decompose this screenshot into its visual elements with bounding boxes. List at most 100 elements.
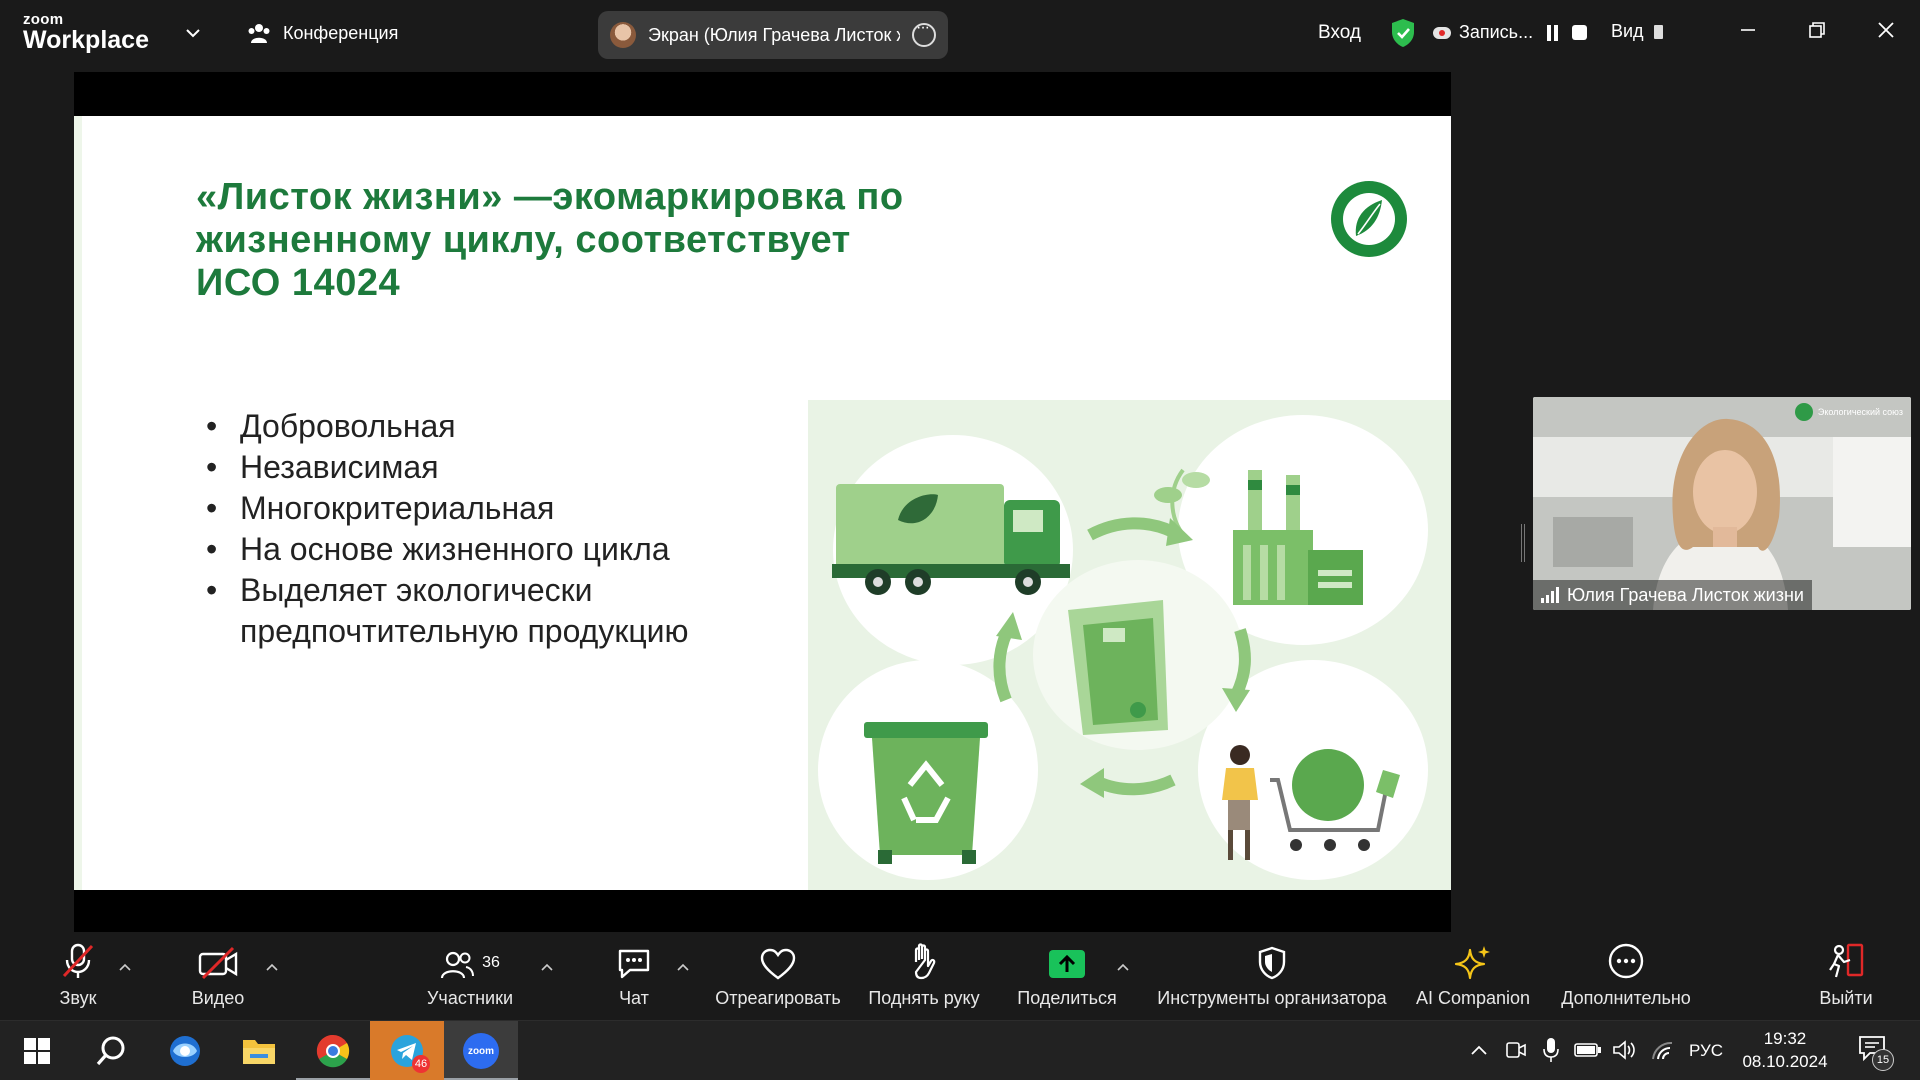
meeting-info-button[interactable]: Конференция (247, 22, 398, 44)
participant-video-tile[interactable]: Экологический союз Юлия Грачева Листок ж… (1533, 397, 1911, 610)
meeting-label: Конференция (283, 22, 399, 43)
system-clock[interactable]: 19:32 08.10.2024 (1730, 1027, 1840, 1073)
chat-button[interactable]: Чат (612, 932, 656, 1020)
raise-hand-label: Поднять руку (868, 988, 980, 1008)
taskbar-telegram[interactable]: 46 (370, 1021, 444, 1080)
participants-label: Участники (427, 988, 513, 1008)
raise-hand-icon (914, 943, 936, 980)
meeting-toolbar: Звук Видео 36 Участники Чат Отреагироват… (0, 932, 1920, 1020)
restore-icon[interactable] (1803, 16, 1831, 44)
slide-title-line: «Листок жизни» —экомаркировка по (196, 176, 904, 218)
zoom-logo: zoom Workplace (23, 12, 149, 53)
zoom-app-icon: zoom (463, 1033, 499, 1069)
slide-bullet-list: Добровольная Независимая Многокритериаль… (202, 406, 689, 652)
ai-companion-button[interactable]: AI Companion (1413, 932, 1533, 1020)
chevron-down-icon[interactable] (184, 24, 202, 42)
video-off-icon (198, 946, 238, 980)
brand-logo-icon (1794, 403, 1813, 421)
audio-button[interactable]: Звук (48, 932, 108, 1020)
presentation-slide: «Листок жизни» —экомаркировка по жизненн… (74, 116, 1451, 890)
bullet-continuation: предпочтительную продукцию (240, 613, 689, 649)
connection-signal-icon (1541, 587, 1559, 603)
more-options-icon[interactable] (912, 19, 936, 47)
muted-mic-icon (62, 943, 94, 978)
minimize-icon[interactable] (1734, 16, 1762, 44)
participants-paw-icon (248, 24, 270, 43)
tile-brand: Экологический союз (1794, 403, 1903, 421)
recycle-bin-icon (864, 722, 988, 864)
audio-options-caret-icon[interactable] (118, 962, 132, 972)
zoom-window: zoom Workplace Конференция Экран (Юлия Г… (0, 0, 1920, 1080)
participants-count: 36 (482, 954, 500, 971)
tile-brand-text: Экологический союз (1817, 407, 1903, 417)
view-label: Вид (1611, 21, 1644, 41)
bullet-item: Добровольная (202, 406, 689, 447)
logo-small: zoom (23, 11, 64, 28)
slide-title: «Листок жизни» —экомаркировка по жизненн… (196, 176, 1076, 305)
meet-now-icon[interactable] (1505, 1039, 1527, 1061)
show-hidden-icons-icon[interactable] (1470, 1043, 1488, 1057)
panel-resize-handle[interactable] (1521, 524, 1525, 562)
clock-time: 19:32 (1763, 1029, 1807, 1048)
security-shield-icon[interactable] (1390, 18, 1416, 48)
telegram-unread-badge: 46 (412, 1055, 430, 1073)
recording-status[interactable]: Запись... (1433, 22, 1588, 43)
bullet-item: Многокритериальная (202, 488, 689, 529)
share-screen-icon (1049, 950, 1085, 978)
leave-meeting-button[interactable]: Выйти (1816, 932, 1876, 1020)
clock-date: 08.10.2024 (1742, 1052, 1828, 1071)
notification-count-badge: 15 (1872, 1049, 1894, 1071)
bullet-item: Выделяет экологически (202, 570, 689, 611)
raise-hand-button[interactable]: Поднять руку (866, 932, 982, 1020)
video-options-caret-icon[interactable] (265, 962, 279, 972)
package-icon (1068, 600, 1168, 735)
host-tools-button[interactable]: Инструменты организатора (1152, 932, 1392, 1020)
chat-label: Чат (619, 988, 649, 1008)
sign-in-button[interactable]: Вход (1318, 22, 1361, 44)
view-layout-icon (1653, 24, 1663, 39)
participants-options-caret-icon[interactable] (540, 962, 554, 972)
battery-icon[interactable] (1574, 1041, 1602, 1059)
share-options-caret-icon[interactable] (1116, 962, 1130, 972)
life-cycle-illustration (808, 400, 1451, 890)
participant-name: Юлия Грачева Листок жизни (1567, 584, 1804, 605)
video-label: Видео (191, 988, 245, 1008)
leave-label: Выйти (1819, 988, 1873, 1008)
volume-icon[interactable] (1612, 1039, 1638, 1061)
more-dots-icon (1608, 943, 1644, 979)
taskbar-chrome[interactable] (296, 1021, 370, 1080)
participants-button[interactable]: 36 Участники (420, 932, 520, 1020)
presenter-avatar (610, 22, 636, 48)
language-indicator[interactable]: РУС (1689, 1041, 1723, 1061)
taskbar-thunderbird[interactable] (148, 1021, 222, 1080)
folder-icon (243, 1040, 275, 1064)
sparkle-icon (1454, 946, 1490, 980)
react-button[interactable]: Отреагировать (713, 932, 843, 1020)
wifi-icon[interactable] (1650, 1039, 1676, 1061)
share-pill-text: Экран (Юлия Грачева Листок ж (648, 24, 900, 45)
start-button[interactable] (0, 1021, 74, 1080)
listok-zhizni-logo (1331, 181, 1407, 257)
screen-share-indicator[interactable]: Экран (Юлия Грачева Листок ж (598, 11, 948, 59)
slide-title-line: ИСО 14024 (196, 262, 401, 304)
react-label: Отреагировать (715, 988, 841, 1008)
taskbar-explorer[interactable] (222, 1021, 296, 1080)
notification-center-button[interactable]: 15 (1858, 1035, 1894, 1071)
chat-options-caret-icon[interactable] (676, 962, 690, 972)
microphone-icon[interactable] (1542, 1037, 1560, 1063)
taskbar-zoom[interactable]: zoom (444, 1021, 518, 1080)
host-tools-shield-icon (1258, 946, 1286, 980)
close-window-icon[interactable] (1872, 16, 1900, 44)
video-button[interactable]: Видео (188, 932, 248, 1020)
top-bar: zoom Workplace Конференция Экран (Юлия Г… (0, 0, 1920, 68)
pause-recording-icon[interactable] (1547, 24, 1559, 41)
heart-icon (760, 948, 796, 980)
chrome-icon (316, 1034, 350, 1068)
stop-recording-icon[interactable] (1572, 25, 1588, 40)
search-icon (96, 1036, 125, 1066)
search-button[interactable] (74, 1021, 148, 1080)
leave-icon (1829, 943, 1864, 978)
share-screen-button[interactable]: Поделиться (1014, 932, 1120, 1020)
more-button[interactable]: Дополнительно (1556, 932, 1696, 1020)
view-button[interactable]: Вид (1611, 21, 1663, 42)
